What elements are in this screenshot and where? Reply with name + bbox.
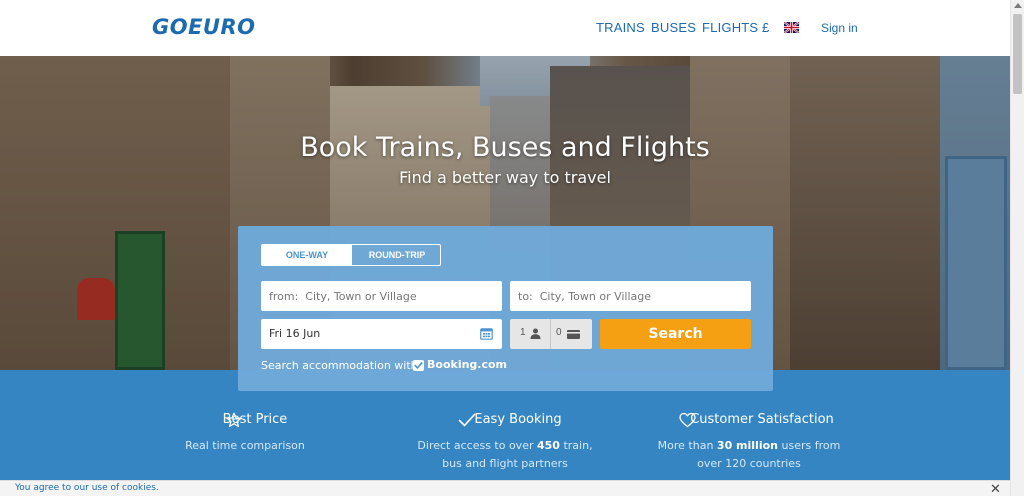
search-button[interactable]: Search: [600, 319, 751, 349]
currency-selector[interactable]: £: [762, 20, 769, 35]
feature-desc-text: Direct access to over: [417, 439, 537, 452]
nav-buses-link[interactable]: BUSES: [651, 20, 696, 35]
nav-trains-link[interactable]: TRAINS: [596, 20, 645, 35]
search-panel: ONE-WAY ROUND-TRIP Fri 16 Jun 1 0: [238, 226, 773, 391]
booking-com-checkbox[interactable]: [413, 360, 424, 371]
feature-desc-text: More than: [657, 439, 717, 452]
cookie-text: You agree to our use of cookies.: [15, 483, 159, 493]
feature-desc: Direct access to over 450 train, bus and…: [380, 437, 630, 473]
header-bar: GOEURO TRAINS BUSES FLIGHTS £ Sign in: [0, 0, 1010, 56]
person-icon: [530, 328, 541, 339]
to-input[interactable]: [510, 281, 751, 311]
feature-title: Best Price: [222, 412, 288, 427]
cookie-bar: You agree to our use of cookies. ✕: [0, 480, 1010, 496]
discount-card-icon: [567, 330, 580, 339]
feature-desc: Real time comparison: [185, 439, 305, 452]
feature-title: Customer Satisfaction: [690, 412, 834, 427]
page-scrollbar[interactable]: [1010, 0, 1024, 496]
sign-in-link[interactable]: Sign in: [821, 21, 858, 35]
check-icon: [414, 362, 423, 369]
date-picker[interactable]: Fri 16 Jun: [261, 319, 502, 349]
one-way-tab[interactable]: ONE-WAY: [262, 245, 352, 265]
close-icon[interactable]: ✕: [990, 482, 1001, 495]
cards-number: 0: [556, 327, 562, 338]
date-value: Fri 16 Jun: [269, 327, 321, 340]
scroll-up-arrow-icon[interactable]: [1014, 3, 1022, 8]
trip-type-toggle: ONE-WAY ROUND-TRIP: [261, 244, 441, 266]
uk-flag-icon[interactable]: [784, 22, 799, 33]
feature-desc-highlight: 450: [536, 439, 560, 452]
feature-desc-highlight: 30 million: [716, 439, 778, 452]
feature-desc: More than 30 million users from over 120…: [624, 437, 874, 473]
nav-flights-link[interactable]: FLIGHTS: [702, 20, 758, 35]
passenger-selector[interactable]: 1 0: [510, 319, 592, 349]
from-input[interactable]: [261, 281, 502, 311]
feature-title: Easy Booking: [474, 412, 562, 427]
hero-subtitle: Find a better way to travel: [399, 168, 611, 187]
goeuro-logo[interactable]: GOEURO: [152, 15, 256, 39]
calendar-icon[interactable]: [480, 327, 493, 340]
scroll-thumb[interactable]: [1013, 14, 1022, 94]
round-trip-tab[interactable]: ROUND-TRIP: [352, 245, 440, 265]
discount-cards-count[interactable]: 0: [551, 319, 592, 349]
adults-count[interactable]: 1: [510, 319, 551, 349]
hero-title: Book Trains, Buses and Flights: [300, 132, 710, 163]
booking-com-label[interactable]: Booking.com: [427, 358, 507, 371]
accommodation-label: Search accommodation with: [261, 359, 418, 372]
adults-number: 1: [520, 327, 526, 338]
